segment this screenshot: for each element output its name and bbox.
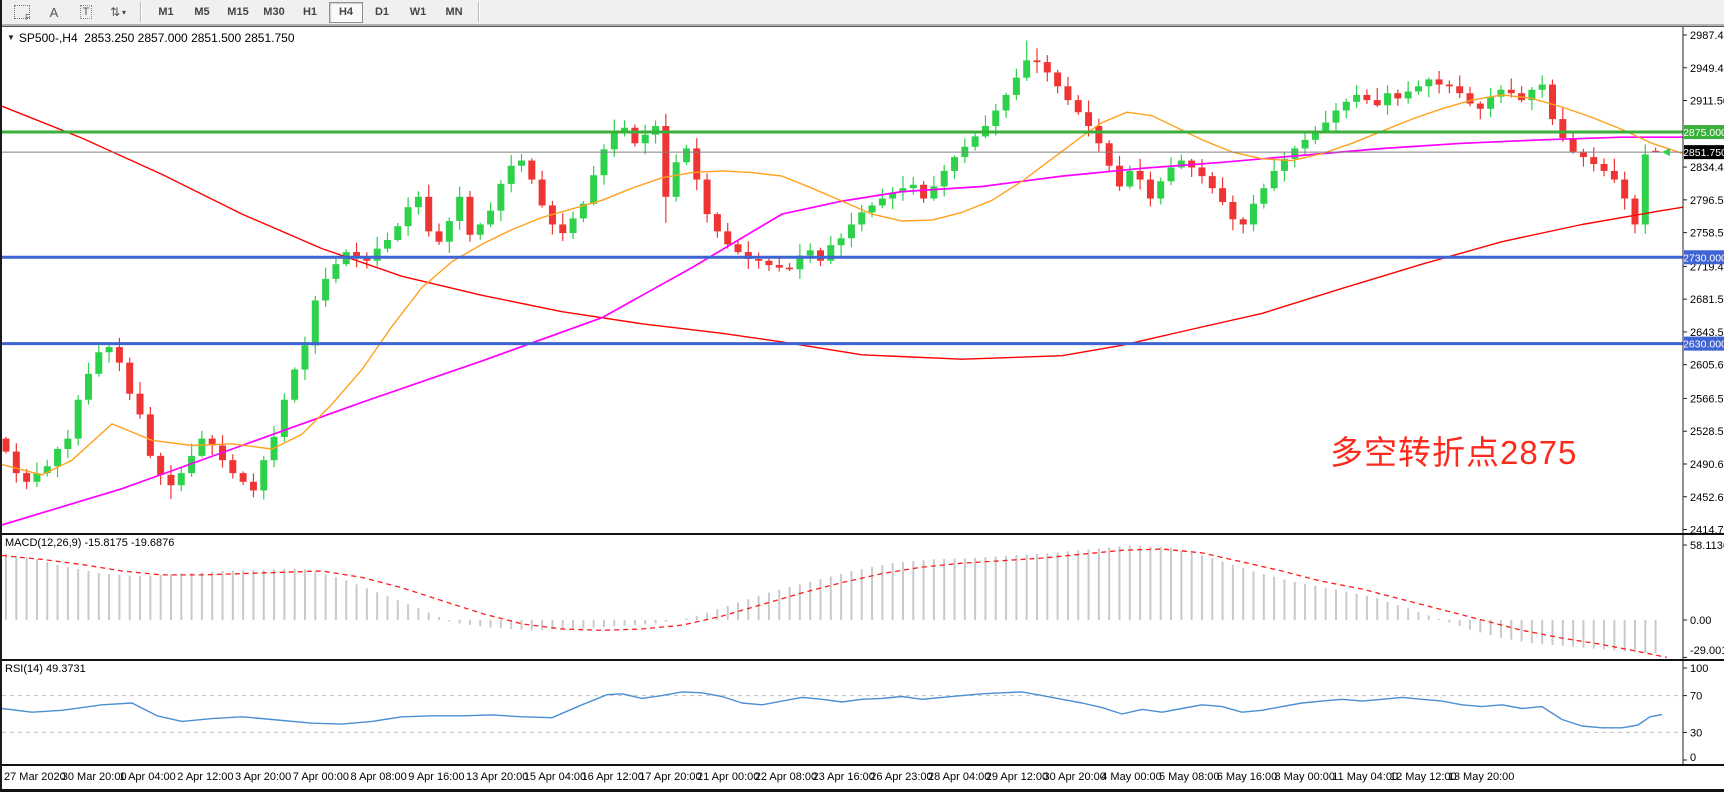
- svg-text:2834.450: 2834.450: [1690, 162, 1724, 174]
- date-label: 26 Apr 23:00: [870, 771, 932, 783]
- rsi-canvas[interactable]: 100 70 30 0: [2, 661, 1724, 764]
- macd-panel: MACD(12,26,9) -15.8175 -19.6876 58.1136 0…: [2, 535, 1724, 661]
- date-label: 6 May 16:00: [1217, 771, 1278, 783]
- date-label: 13 May 20:00: [1448, 771, 1515, 783]
- toolbar: F A T ⇅ ▾ M1M5M15M30H1H4D1W1MN: [2, 0, 1724, 26]
- svg-text:0: 0: [1690, 752, 1696, 764]
- svg-text:100: 100: [1690, 663, 1708, 675]
- timeframe-button-h4[interactable]: H4: [329, 2, 363, 23]
- timeframe-button-h1[interactable]: H1: [293, 2, 327, 23]
- svg-text:2758.550: 2758.550: [1690, 228, 1724, 240]
- date-label: 12 May 12:00: [1390, 771, 1457, 783]
- timeframe-button-m5[interactable]: M5: [185, 2, 219, 23]
- rsi-panel: RSI(14) 49.3731 100 70 30 0: [2, 661, 1724, 766]
- date-label: 3 Apr 20:00: [235, 771, 291, 783]
- svg-text:58.1136: 58.1136: [1690, 540, 1724, 552]
- macd-signal-line: [2, 549, 1667, 657]
- date-label: 30 Apr 20:00: [1044, 771, 1106, 783]
- macd-label: MACD(12,26,9) -15.8175 -19.6876: [5, 537, 174, 549]
- main-chart-panel: ▼ SP500-,H4 2853.250 2857.000 2851.500 28…: [2, 26, 1724, 535]
- timeframe-button-group: M1M5M15M30H1H4D1W1MN: [148, 2, 472, 23]
- svg-text:0.00: 0.00: [1690, 615, 1711, 627]
- rsi-label: RSI(14) 49.3731: [5, 663, 86, 675]
- chart-title[interactable]: ▼ SP500-,H4 2853.250 2857.000 2851.500 28…: [7, 31, 295, 45]
- current-price-arrow: [1662, 148, 1670, 156]
- grid-f-icon[interactable]: F: [10, 2, 34, 22]
- arrows-glyph: ⇅: [110, 5, 120, 19]
- date-label: 15 Apr 04:00: [524, 771, 586, 783]
- text-a-icon[interactable]: A: [42, 2, 66, 22]
- timeframe-button-m1[interactable]: M1: [149, 2, 183, 23]
- date-label: 28 Apr 04:00: [928, 771, 990, 783]
- timeframe-button-d1[interactable]: D1: [365, 2, 399, 23]
- price-axis: 2987.400 2949.450 2911.500 2834.450 2796.500…: [1683, 30, 1724, 534]
- svg-text:2730.000: 2730.000: [1683, 252, 1724, 264]
- svg-text:2490.600: 2490.600: [1690, 459, 1724, 471]
- date-label: 2 Apr 12:00: [177, 771, 233, 783]
- date-label: 13 Apr 20:00: [466, 771, 528, 783]
- svg-text:-29.0017: -29.0017: [1690, 645, 1724, 657]
- symbol-label: SP500-,H4: [19, 31, 78, 45]
- macd-canvas[interactable]: 58.1136 0.00 -29.0017: [2, 535, 1724, 659]
- svg-text:2987.400: 2987.400: [1690, 30, 1724, 42]
- svg-text:2681.500: 2681.500: [1690, 294, 1724, 306]
- grid-f-label: F: [25, 13, 30, 22]
- date-label: 29 Apr 12:00: [986, 771, 1048, 783]
- rsi-line: [2, 692, 1662, 728]
- date-label: 7 Apr 00:00: [293, 771, 349, 783]
- toolbar-separator: [140, 2, 142, 22]
- timeframe-button-m15[interactable]: M15: [221, 2, 255, 23]
- grid-f-icon-box: F: [14, 5, 30, 19]
- svg-text:2875.000: 2875.000: [1683, 127, 1724, 139]
- timeframe-button-mn[interactable]: MN: [437, 2, 471, 23]
- date-label: 21 Apr 00:00: [697, 771, 759, 783]
- svg-text:2949.450: 2949.450: [1690, 63, 1724, 75]
- date-label: 5 May 08:00: [1159, 771, 1220, 783]
- annotation-text[interactable]: 多空转折点2875: [1330, 426, 1577, 474]
- svg-text:2796.500: 2796.500: [1690, 195, 1724, 207]
- macd-content: [2, 545, 1667, 657]
- date-label: 8 May 00:00: [1275, 771, 1336, 783]
- timeframe-button-m30[interactable]: M30: [257, 2, 291, 23]
- caret-icon[interactable]: ▾: [122, 8, 126, 17]
- text-box-glyph: T: [80, 5, 93, 19]
- date-label: 16 Apr 12:00: [582, 771, 644, 783]
- svg-text:2566.500: 2566.500: [1690, 393, 1724, 405]
- svg-text:2630.000: 2630.000: [1683, 339, 1724, 351]
- svg-text:2452.650: 2452.650: [1690, 492, 1724, 504]
- toolbar-separator: [478, 2, 480, 22]
- date-label: 8 Apr 08:00: [351, 771, 407, 783]
- date-label: 30 Mar 20:00: [62, 771, 127, 783]
- svg-text:30: 30: [1690, 727, 1702, 739]
- date-axis[interactable]: 27 Mar 202030 Mar 20:001 Apr 04:002 Apr …: [2, 766, 1724, 792]
- ohlc-values: 2853.250 2857.000 2851.500 2851.750: [84, 31, 294, 45]
- date-label: 4 May 00:00: [1101, 771, 1162, 783]
- collapse-icon[interactable]: ▼: [7, 33, 15, 42]
- date-label: 9 Apr 16:00: [408, 771, 464, 783]
- date-label: 23 Apr 16:00: [813, 771, 875, 783]
- trading-app-window: F A T ⇅ ▾ M1M5M15M30H1H4D1W1MN ▼ SP500-,H…: [0, 0, 1724, 792]
- svg-text:70: 70: [1690, 691, 1702, 703]
- date-label: 11 May 04:00: [1332, 771, 1398, 783]
- svg-text:2414.700: 2414.700: [1690, 525, 1724, 534]
- svg-text:2911.500: 2911.500: [1690, 96, 1724, 108]
- ma-slow-red[interactable]: [2, 106, 1683, 359]
- date-label: 17 Apr 20:00: [639, 771, 701, 783]
- svg-text:2528.550: 2528.550: [1690, 426, 1724, 438]
- arrows-icon[interactable]: ⇅ ▾: [106, 2, 130, 22]
- text-box-icon[interactable]: T: [74, 2, 98, 22]
- timeframe-button-w1[interactable]: W1: [401, 2, 435, 23]
- svg-text:2851.750: 2851.750: [1683, 147, 1724, 159]
- date-label: 22 Apr 08:00: [755, 771, 817, 783]
- date-label: 27 Mar 2020: [4, 771, 66, 783]
- svg-text:2605.600: 2605.600: [1690, 360, 1724, 372]
- date-label: 1 Apr 04:00: [120, 771, 176, 783]
